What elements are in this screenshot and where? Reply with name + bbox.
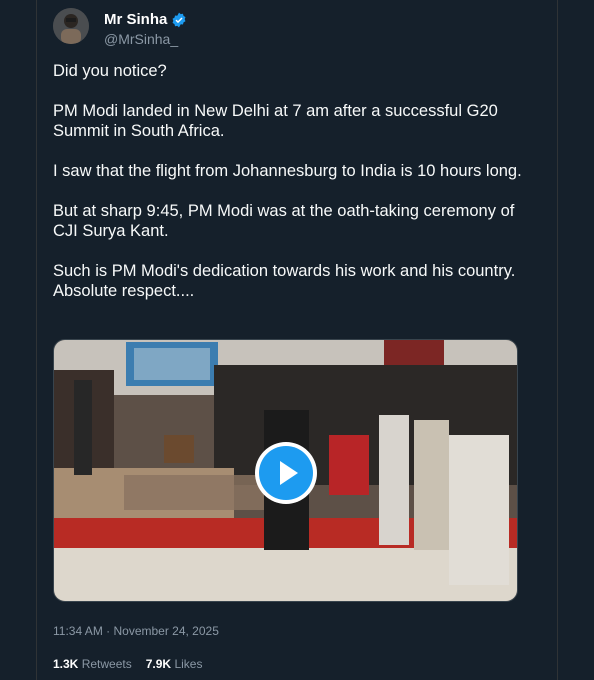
tweet-timestamp[interactable]: 11:34 AM · November 24, 2025 <box>53 624 219 638</box>
likes-label: Likes <box>174 657 203 671</box>
likes-count: 7.9K <box>145 657 172 671</box>
retweets-stat[interactable]: 1.3K Retweets <box>53 657 132 671</box>
video-thumbnail[interactable] <box>53 339 518 602</box>
retweets-count: 1.3K <box>53 657 79 671</box>
display-name[interactable]: Mr Sinha <box>104 11 167 28</box>
tweet-text: Did you notice? PM Modi landed in New De… <box>53 61 543 321</box>
tweet-paragraph: Did you notice? <box>53 62 167 80</box>
tweet-paragraph: Such is PM Modi's dedication towards his… <box>53 262 516 300</box>
verified-badge-icon <box>171 12 187 28</box>
tweet-card: Mr Sinha @MrSinha_ Did you notice? PM Mo… <box>36 0 558 680</box>
play-icon <box>259 446 313 500</box>
author-name-row[interactable]: Mr Sinha <box>104 11 187 28</box>
play-button[interactable] <box>255 442 317 504</box>
tweet-stats: 1.3K Retweets 7.9K Likes <box>53 657 202 671</box>
tweet-paragraph: But at sharp 9:45, PM Modi was at the oa… <box>53 202 515 240</box>
author-handle[interactable]: @MrSinha_ <box>104 31 178 47</box>
avatar[interactable] <box>53 8 89 44</box>
tweet-paragraph: PM Modi landed in New Delhi at 7 am afte… <box>53 102 498 140</box>
likes-stat[interactable]: 7.9K Likes <box>146 657 203 671</box>
retweets-label: Retweets <box>81 657 132 671</box>
tweet-paragraph: I saw that the flight from Johannesburg … <box>53 162 522 180</box>
